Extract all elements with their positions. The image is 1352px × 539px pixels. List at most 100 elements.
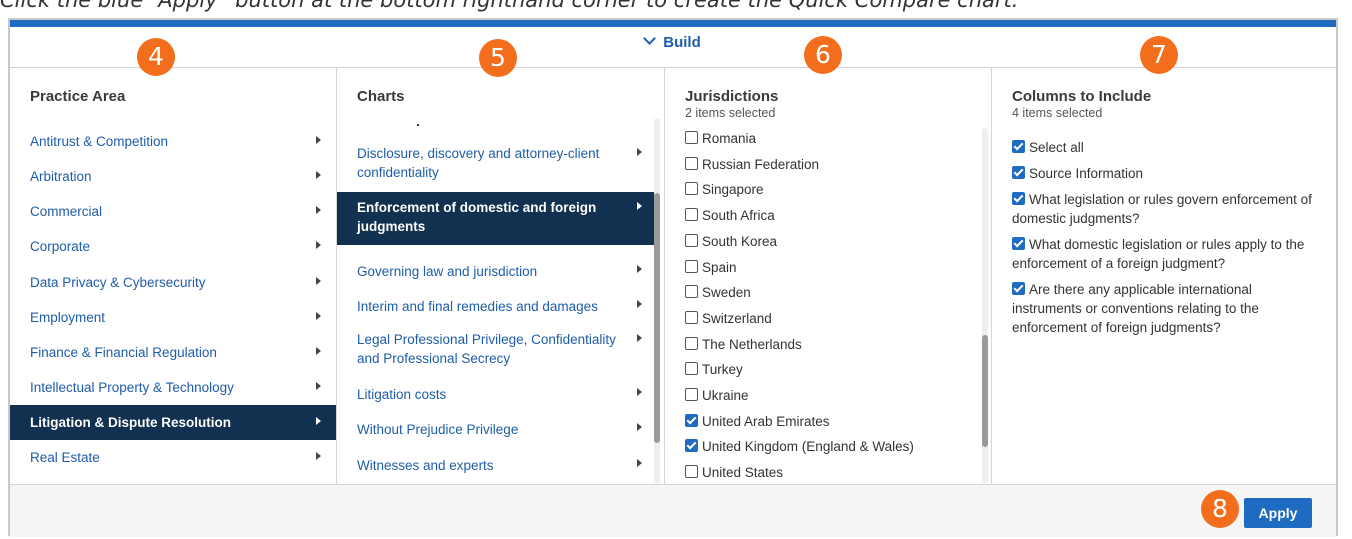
chart-item-label: Disclosure, discovery and attorney-clien… bbox=[357, 146, 600, 180]
checkbox-unchecked-icon bbox=[685, 336, 698, 350]
column-option-checkbox[interactable]: Select all bbox=[1012, 138, 1312, 157]
panel-top-bar bbox=[10, 20, 1336, 27]
jurisdiction-checkbox[interactable]: Ukraine bbox=[685, 387, 749, 407]
chevron-right-icon bbox=[316, 241, 321, 249]
charts-scrollbar[interactable] bbox=[654, 193, 660, 444]
chevron-right-icon bbox=[637, 388, 642, 396]
checkbox-unchecked-icon bbox=[685, 182, 698, 196]
step-badge-8: 8 bbox=[1201, 490, 1239, 528]
practice-area-item[interactable]: Employment bbox=[10, 300, 336, 335]
step-badge-4: 4 bbox=[137, 38, 175, 76]
chart-item[interactable]: Disclosure, discovery and attorney-clien… bbox=[337, 138, 654, 187]
jurisdiction-label: Sweden bbox=[702, 285, 751, 301]
jurisdiction-label: Spain bbox=[702, 259, 737, 275]
columns-to-include-column: Columns to Include 4 items selected Sele… bbox=[992, 68, 1336, 484]
jurisdiction-label: United States bbox=[702, 465, 784, 481]
chart-item[interactable]: Interim and final remedies and damages bbox=[337, 289, 654, 323]
jurisdiction-checkbox[interactable]: Spain bbox=[685, 259, 737, 279]
chart-item-label: Litigation costs bbox=[357, 387, 447, 402]
jurisdiction-checkbox[interactable]: United Kingdom (England & Wales) bbox=[685, 438, 914, 458]
checkbox-unchecked-icon bbox=[685, 131, 698, 144]
jurisdiction-label: United Kingdom (England & Wales) bbox=[702, 439, 914, 455]
practice-area-item[interactable]: Arbitration bbox=[10, 159, 336, 194]
jurisdiction-checkbox[interactable]: Sweden bbox=[685, 284, 751, 304]
chevron-right-icon bbox=[637, 300, 642, 308]
chart-item[interactable]: Enforcement of domestic and foreign judg… bbox=[337, 192, 654, 245]
checkbox-unchecked-icon bbox=[685, 388, 698, 401]
checkbox-checked-icon bbox=[1012, 140, 1025, 153]
practice-area-item-label: Data Privacy & Cybersecurity bbox=[30, 275, 206, 290]
chart-item[interactable]: Witnesses and experts bbox=[337, 448, 654, 482]
practice-area-item[interactable]: Real Estate bbox=[10, 440, 336, 475]
chart-item[interactable]: Governing law and jurisdiction bbox=[337, 254, 654, 288]
practice-area-item[interactable]: Finance & Financial Regulation bbox=[10, 335, 336, 370]
chevron-right-icon bbox=[316, 206, 321, 214]
step-badge-7: 7 bbox=[1140, 36, 1178, 74]
practice-area-item[interactable]: Intellectual Property & Technology bbox=[10, 370, 336, 405]
practice-area-item-label: Arbitration bbox=[30, 169, 92, 184]
column-option-label: What domestic legislation or rules apply… bbox=[1012, 237, 1305, 271]
practice-area-title: Practice Area bbox=[30, 88, 126, 105]
practice-area-item[interactable]: Litigation & Dispute Resolution bbox=[10, 405, 336, 440]
practice-area-item-label: Corporate bbox=[30, 239, 91, 254]
practice-area-item[interactable]: Antitrust & Competition bbox=[10, 124, 336, 159]
practice-area-item[interactable]: Corporate bbox=[10, 229, 336, 264]
jurisdiction-label: Russian Federation bbox=[702, 156, 820, 172]
checkbox-checked-icon bbox=[685, 413, 698, 427]
jurisdiction-checkbox[interactable]: Singapore bbox=[685, 181, 764, 201]
chevron-right-icon bbox=[637, 265, 642, 273]
jurisdiction-checkbox[interactable]: United Arab Emirates bbox=[685, 413, 830, 433]
column-option-label: Are there any applicable international i… bbox=[1012, 282, 1259, 335]
chevron-right-icon bbox=[316, 452, 321, 460]
jurisdictions-column: Jurisdictions 2 items selected Romania Ru… bbox=[665, 68, 991, 484]
checkbox-unchecked-icon bbox=[685, 285, 698, 299]
chart-item[interactable]: Litigation costs bbox=[337, 377, 654, 411]
jurisdiction-checkbox[interactable]: Russian Federation bbox=[685, 156, 819, 176]
checkbox-unchecked-icon bbox=[685, 259, 698, 273]
apply-button[interactable]: Apply bbox=[1244, 498, 1312, 528]
chart-item[interactable]: Without Prejudice Privilege bbox=[337, 412, 654, 446]
instruction-caption: Click the blue “Apply” button at the bot… bbox=[0, 0, 1019, 12]
practice-area-item-label: Finance & Financial Regulation bbox=[30, 345, 217, 360]
checkbox-checked-icon bbox=[1012, 192, 1025, 205]
jurisdiction-checkbox[interactable]: Switzerland bbox=[685, 310, 772, 330]
jurisdictions-scrollbar[interactable] bbox=[982, 335, 988, 448]
column-option-checkbox[interactable]: Are there any applicable international i… bbox=[1012, 280, 1312, 337]
jurisdiction-label: Romania bbox=[702, 131, 757, 146]
checkbox-unchecked-icon bbox=[685, 208, 698, 222]
chart-item[interactable]: Legal Professional Privilege, Confidenti… bbox=[337, 324, 654, 372]
chevron-right-icon bbox=[316, 347, 321, 355]
jurisdiction-label: Singapore bbox=[702, 182, 764, 198]
checkbox-unchecked-icon bbox=[685, 362, 698, 376]
jurisdiction-checkbox[interactable]: Turkey bbox=[685, 361, 743, 381]
column-option-checkbox[interactable]: What legislation or rules govern enforce… bbox=[1012, 190, 1312, 228]
column-option-checkbox[interactable]: Source Information bbox=[1012, 164, 1312, 183]
step-badge-6: 6 bbox=[804, 36, 842, 74]
practice-area-item[interactable]: Data Privacy & Cybersecurity bbox=[10, 265, 336, 300]
panel-footer: Apply bbox=[10, 484, 1336, 537]
build-toggle[interactable]: Build bbox=[10, 32, 1336, 58]
chevron-right-icon bbox=[637, 202, 642, 210]
checkbox-checked-icon bbox=[1012, 282, 1025, 295]
chevron-right-icon bbox=[637, 423, 642, 431]
list-truncation-mark bbox=[417, 124, 419, 126]
practice-area-item[interactable]: Commercial bbox=[10, 194, 336, 229]
column-option-label: Select all bbox=[1029, 140, 1084, 155]
build-label: Build bbox=[663, 34, 701, 51]
chevron-right-icon bbox=[316, 382, 321, 390]
checkbox-unchecked-icon bbox=[685, 310, 698, 324]
jurisdiction-checkbox[interactable]: Romania bbox=[685, 130, 756, 150]
jurisdiction-checkbox[interactable]: South Africa bbox=[685, 207, 775, 227]
jurisdictions-title: Jurisdictions bbox=[685, 88, 779, 105]
jurisdiction-checkbox[interactable]: The Netherlands bbox=[685, 336, 802, 356]
jurisdiction-label: Switzerland bbox=[702, 310, 772, 326]
columns-title: Columns to Include bbox=[1012, 88, 1152, 105]
jurisdiction-label: South Africa bbox=[702, 208, 775, 224]
jurisdiction-checkbox[interactable]: United States bbox=[685, 464, 783, 484]
jurisdiction-label: South Korea bbox=[702, 233, 778, 249]
chevron-right-icon bbox=[637, 148, 642, 156]
checkbox-checked-icon bbox=[1012, 166, 1025, 179]
checkbox-checked-icon bbox=[685, 439, 698, 453]
jurisdiction-checkbox[interactable]: South Korea bbox=[685, 233, 777, 253]
column-option-checkbox[interactable]: What domestic legislation or rules apply… bbox=[1012, 235, 1312, 273]
